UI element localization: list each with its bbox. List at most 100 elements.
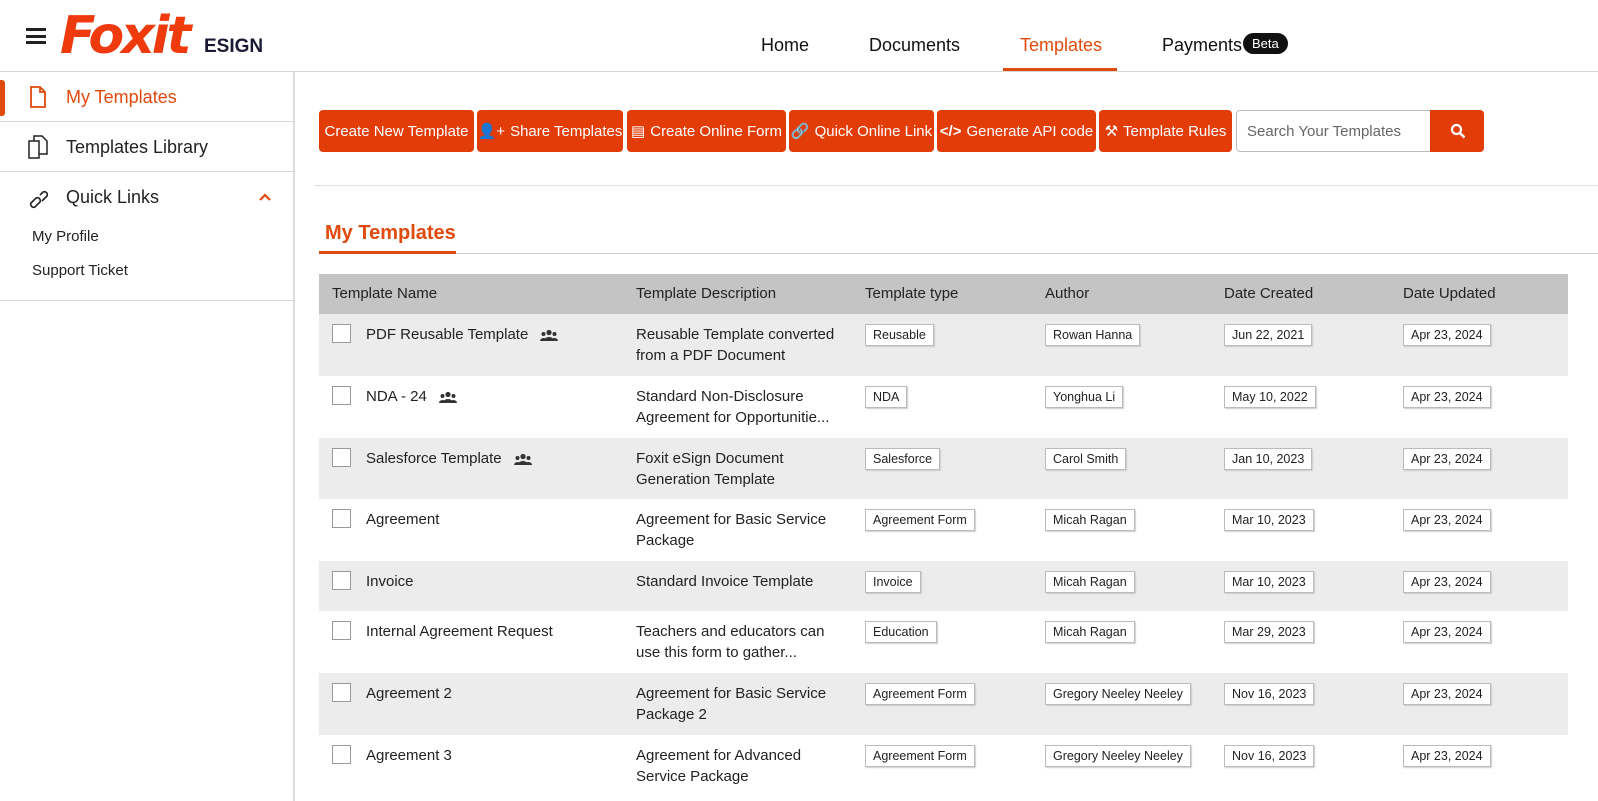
sidebar-item-templates-library[interactable]: Templates Library [0,122,295,172]
nav-home[interactable]: Home [761,35,809,56]
beta-badge: Beta [1243,33,1288,54]
date-created-tag: May 10, 2022 [1224,386,1316,408]
date-created-tag: Jan 10, 2023 [1224,448,1313,470]
header-template-type[interactable]: Template type [865,285,958,302]
date-updated-tag: Apr 23, 2024 [1403,745,1491,767]
date-created-tag: Mar 10, 2023 [1224,509,1314,531]
date-created-tag: Jun 22, 2021 [1224,324,1313,346]
nav-payments[interactable]: Payments [1162,35,1242,56]
quick-link-support-ticket[interactable]: Support Ticket [32,262,128,279]
button-label: Quick Online Link [814,122,933,140]
link-icon [29,190,48,209]
share-templates-button[interactable]: 👤+ Share Templates [477,110,623,152]
header-author[interactable]: Author [1045,285,1089,302]
author-tag: Gregory Neeley Neeley [1045,745,1191,767]
author-tag: Micah Ragan [1045,571,1135,593]
sidebar-item-my-templates[interactable]: My Templates [0,72,295,122]
template-type-tag: NDA [865,386,908,408]
template-name-text[interactable]: PDF Reusable Template [366,326,528,343]
template-name[interactable]: Internal Agreement Request [366,623,553,640]
table-row[interactable]: Agreement 2 Agreement for Basic Service … [319,673,1568,735]
date-created-tag: Mar 10, 2023 [1224,571,1314,593]
top-bar: Foxit ESIGN Home Documents Templates Pay… [0,0,1598,72]
author-tag: Gregory Neeley Neeley [1045,683,1191,705]
search-templates-input[interactable] [1236,110,1432,152]
divider [315,185,1598,186]
template-name-text[interactable]: NDA - 24 [366,388,427,405]
table-row[interactable]: Agreement Agreement for Basic Service Pa… [319,499,1568,561]
quick-online-link-button[interactable]: 🔗 Quick Online Link [789,110,934,152]
search-icon [1450,123,1466,139]
date-updated-tag: Apr 23, 2024 [1403,683,1491,705]
search-button[interactable] [1430,110,1484,152]
list-form-icon: ▤ [631,123,646,140]
header-date-created[interactable]: Date Created [1224,285,1313,302]
nav-documents[interactable]: Documents [869,35,960,56]
template-type-tag: Salesforce [865,448,941,470]
template-description: Agreement for Basic Service Package [636,511,827,549]
row-checkbox[interactable] [332,324,351,343]
generate-api-code-button[interactable]: </> Generate API code [937,110,1096,152]
date-updated-tag: Apr 23, 2024 [1403,571,1491,593]
hamburger-menu-icon[interactable] [26,28,46,44]
table-row[interactable]: Internal Agreement Request Teachers and … [319,611,1568,673]
row-checkbox[interactable] [332,683,351,702]
table-row[interactable]: NDA - 24 Standard Non-Disclosure Agreeme… [319,376,1568,438]
template-name[interactable]: Salesforce Template [366,450,532,467]
nav-templates[interactable]: Templates [1020,35,1102,56]
shared-group-icon [513,453,532,466]
create-new-template-button[interactable]: Create New Template [319,110,474,152]
create-online-form-button[interactable]: ▤ Create Online Form [627,110,786,152]
template-name[interactable]: Agreement 3 [366,747,452,764]
template-description: Standard Non-Disclosure Agreement for Op… [636,388,830,426]
template-type-tag: Agreement Form [865,683,975,705]
date-created-tag: Nov 16, 2023 [1224,683,1315,705]
chevron-up-icon[interactable] [258,192,272,202]
row-checkbox[interactable] [332,448,351,467]
esign-label: ESIGN [204,36,264,57]
header-template-name[interactable]: Template Name [332,285,437,302]
header-date-updated[interactable]: Date Updated [1403,285,1496,302]
row-checkbox[interactable] [332,571,351,590]
template-name-text[interactable]: Salesforce Template [366,450,502,467]
row-checkbox[interactable] [332,745,351,764]
button-label: Share Templates [510,122,623,140]
gavel-icon: ⚒ [1104,123,1119,140]
template-description: Agreement for Advanced Service Package [636,747,802,785]
table-row[interactable]: Salesforce Template Foxit eSign Document… [319,438,1568,500]
row-checkbox[interactable] [332,509,351,528]
template-name-text[interactable]: Agreement 3 [366,747,452,764]
date-created-tag: Nov 16, 2023 [1224,745,1315,767]
row-checkbox[interactable] [332,621,351,640]
template-name[interactable]: Agreement [366,511,439,528]
date-created-tag: Mar 29, 2023 [1224,621,1314,643]
template-name-text[interactable]: Agreement 2 [366,685,452,702]
template-name-text[interactable]: Agreement [366,511,439,528]
table-row[interactable]: PDF Reusable Template Reusable Template … [319,314,1568,376]
foxit-logo[interactable]: Foxit [60,6,191,66]
template-name[interactable]: NDA - 24 [366,388,457,405]
template-rules-button[interactable]: ⚒ Template Rules [1099,110,1232,152]
sidebar: My Templates Templates Library Quick Lin… [0,72,295,801]
template-name-text[interactable]: Internal Agreement Request [366,623,553,640]
shared-group-icon [540,329,559,342]
template-name[interactable]: PDF Reusable Template [366,326,559,343]
template-name[interactable]: Invoice [366,573,414,590]
template-type-tag: Reusable [865,324,934,346]
table-row[interactable]: Agreement 3 Agreement for Advanced Servi… [319,735,1568,797]
button-label: Generate API code [966,122,1094,140]
author-tag: Micah Ragan [1045,509,1135,531]
template-description: Standard Invoice Template [636,573,814,590]
button-label: Create New Template [324,122,469,140]
template-name-text[interactable]: Invoice [366,573,414,590]
row-checkbox[interactable] [332,386,351,405]
author-tag: Carol Smith [1045,448,1127,470]
header-template-description[interactable]: Template Description [636,285,776,302]
quick-link-my-profile[interactable]: My Profile [32,228,99,245]
sidebar-item-quick-links[interactable]: Quick Links My Profile Support Ticket [0,172,295,301]
link-icon: 🔗 [790,123,810,140]
template-description: Teachers and educators can use this form… [636,623,825,661]
sidebar-label: My Templates [66,87,177,107]
section-title-underline [319,251,456,254]
template-name[interactable]: Agreement 2 [366,685,452,702]
